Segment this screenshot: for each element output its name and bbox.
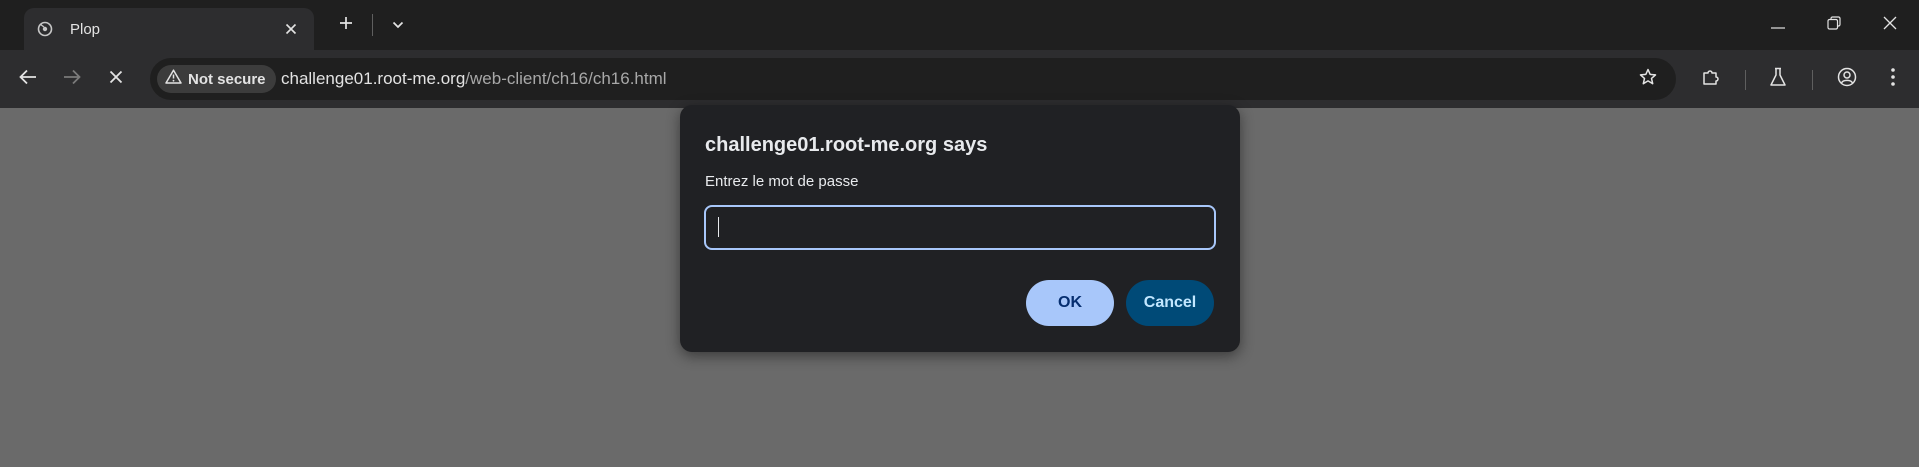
tab-search-button[interactable]	[384, 11, 412, 39]
bookmark-button[interactable]	[1634, 65, 1662, 93]
star-icon	[1639, 68, 1657, 91]
profile-button[interactable]	[1831, 63, 1863, 95]
text-caret	[718, 217, 719, 237]
extensions-button[interactable]	[1695, 63, 1727, 95]
tab-plop[interactable]: Plop	[24, 8, 314, 50]
arrow-left-icon	[19, 69, 37, 90]
flask-icon	[1769, 67, 1787, 92]
forward-button[interactable]	[56, 63, 88, 95]
prompt-dialog: challenge01.root-me.org says Entrez le m…	[680, 105, 1240, 352]
tab-title: Plop	[70, 20, 101, 38]
restore-button[interactable]	[1814, 8, 1854, 42]
arrow-right-icon	[63, 69, 81, 90]
security-label: Not secure	[188, 70, 266, 88]
url-host: challenge01.root-me.org	[281, 69, 466, 88]
minimize-button[interactable]	[1758, 8, 1798, 42]
ok-button[interactable]: OK	[1026, 280, 1114, 326]
minimize-icon	[1771, 16, 1785, 34]
chevron-down-icon	[392, 16, 404, 34]
kebab-menu-icon	[1891, 67, 1895, 91]
toolbar-divider	[1745, 70, 1746, 90]
toolbar-divider	[1812, 70, 1813, 90]
cancel-button[interactable]: Cancel	[1126, 280, 1214, 326]
puzzle-icon	[1701, 67, 1721, 92]
tab-strip: Plop	[0, 0, 1919, 50]
tab-strip-divider	[372, 14, 373, 36]
new-tab-button[interactable]	[332, 11, 360, 39]
close-icon	[109, 70, 123, 89]
browser-toolbar: Not secure challenge01.root-me.org/web-c…	[0, 50, 1919, 108]
security-chip[interactable]: Not secure	[157, 65, 276, 93]
warning-triangle-icon	[165, 69, 182, 89]
restore-icon	[1827, 15, 1841, 35]
close-icon[interactable]	[280, 18, 302, 40]
plus-icon	[339, 16, 353, 35]
close-icon	[1883, 16, 1897, 35]
password-input[interactable]	[704, 205, 1216, 250]
dialog-message: Entrez le mot de passe	[705, 173, 859, 190]
account-circle-icon	[1837, 67, 1857, 92]
window-close-button[interactable]	[1870, 8, 1910, 42]
back-button[interactable]	[12, 63, 44, 95]
url-path: /web-client/ch16/ch16.html	[465, 69, 667, 88]
address-bar[interactable]: Not secure challenge01.root-me.org/web-c…	[150, 58, 1676, 100]
url-text[interactable]: challenge01.root-me.org/web-client/ch16/…	[281, 58, 667, 100]
page-favicon-icon	[36, 20, 54, 38]
labs-button[interactable]	[1762, 63, 1794, 95]
stop-loading-button[interactable]	[100, 63, 132, 95]
menu-button[interactable]	[1877, 63, 1909, 95]
dialog-title: challenge01.root-me.org says	[705, 134, 988, 156]
